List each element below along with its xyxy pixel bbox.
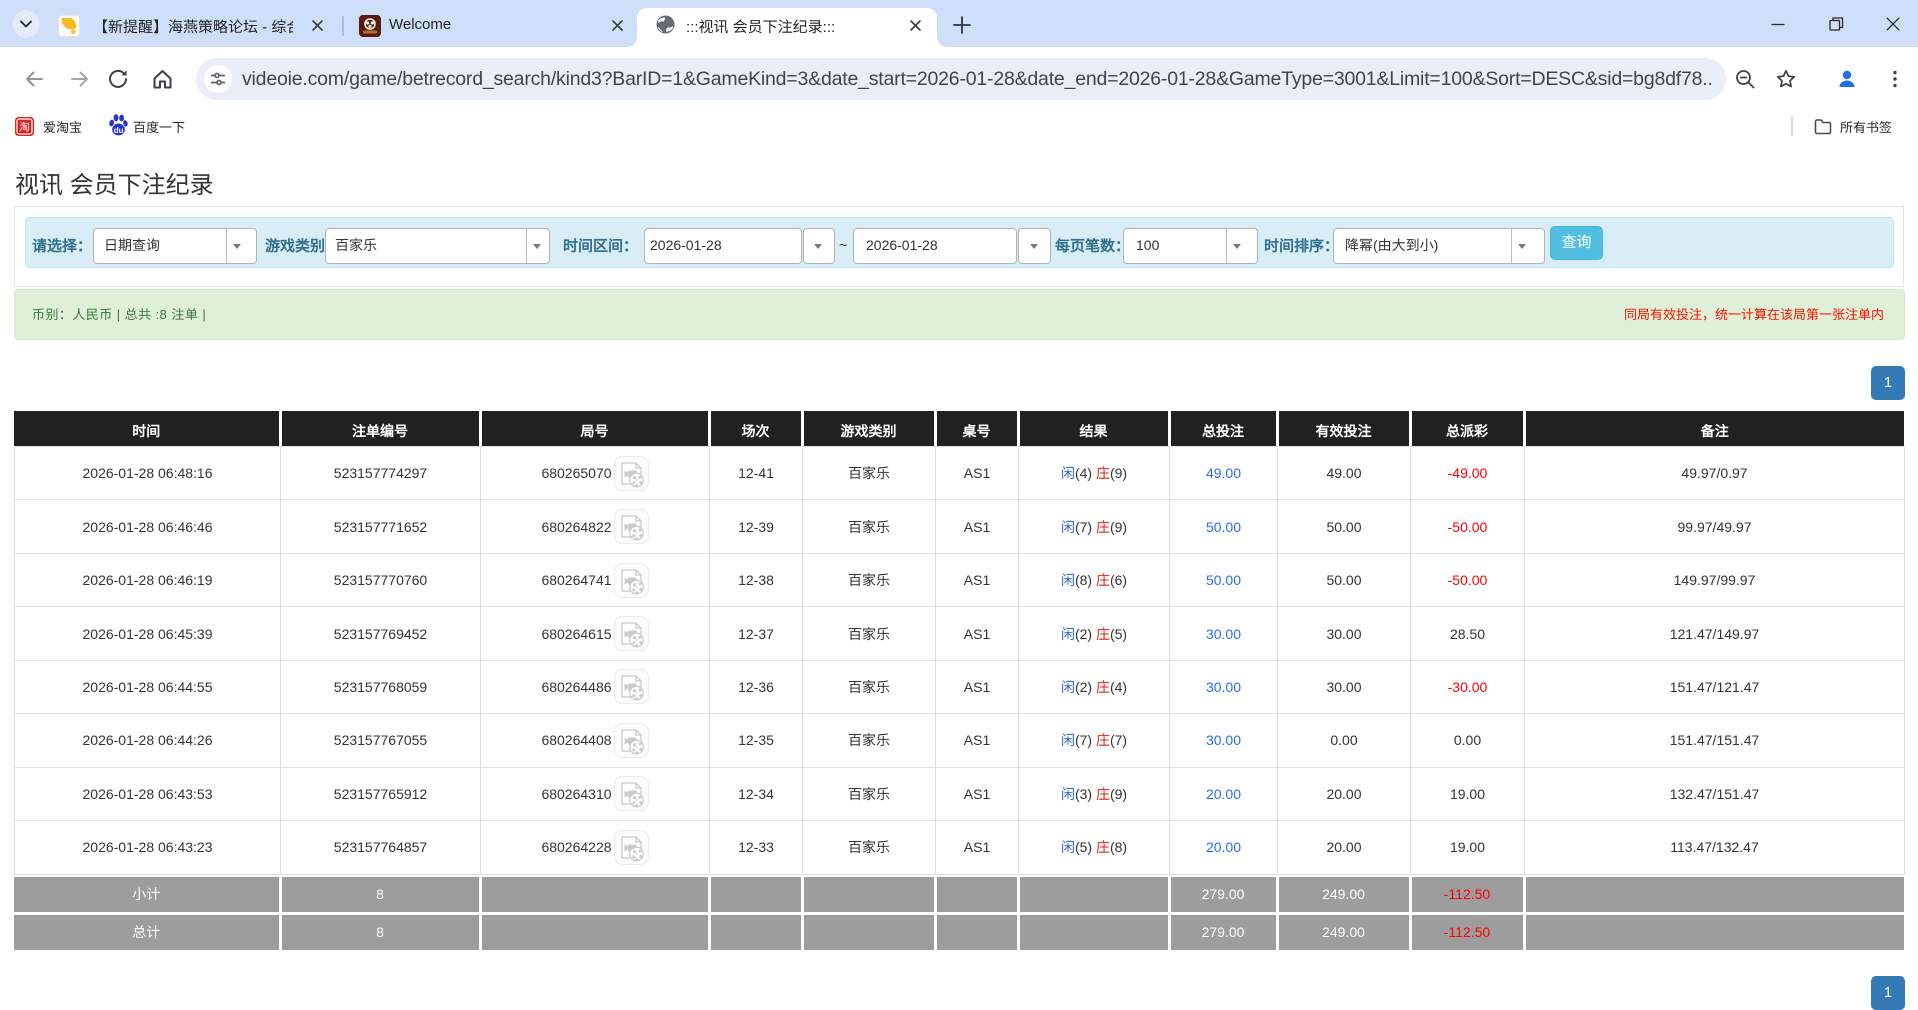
svg-text:du: du xyxy=(114,126,124,135)
svg-text:淘: 淘 xyxy=(19,120,30,135)
